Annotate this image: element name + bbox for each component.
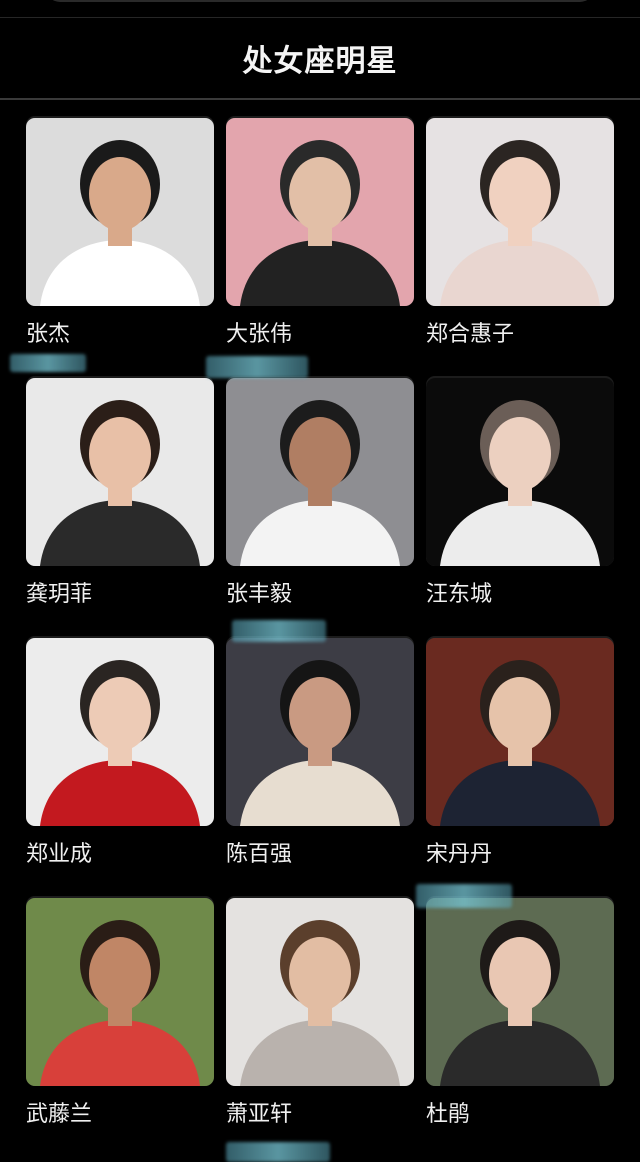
celebrity-name: 大张伟 bbox=[226, 322, 293, 347]
portrait-illustration bbox=[26, 898, 214, 1086]
celebrity-photo bbox=[426, 378, 614, 566]
celebrity-card[interactable]: 武藤兰 bbox=[26, 898, 214, 1127]
celebrity-name: 郑业成 bbox=[26, 842, 93, 867]
page-header: 处女座明星 bbox=[0, 18, 640, 98]
celebrity-photo bbox=[26, 378, 214, 566]
portrait-illustration bbox=[26, 118, 214, 306]
portrait-illustration bbox=[426, 378, 614, 566]
header-divider bbox=[0, 98, 640, 100]
celebrity-grid: 张杰 大张伟 郑合惠子 龚玥菲 张丰毅 汪东城 郑业成 陈百强 宋丹丹 武藤兰 … bbox=[26, 118, 616, 1127]
portrait-face bbox=[489, 157, 551, 231]
portrait-face bbox=[89, 677, 151, 751]
celebrity-name: 郑合惠子 bbox=[426, 322, 515, 347]
portrait-illustration bbox=[226, 898, 414, 1086]
portrait-face bbox=[489, 677, 551, 751]
celebrity-card[interactable]: 张丰毅 bbox=[226, 378, 414, 607]
portrait-illustration bbox=[26, 378, 214, 566]
portrait-face bbox=[89, 157, 151, 231]
celebrity-name: 萧亚轩 bbox=[226, 1102, 293, 1127]
portrait-face bbox=[489, 937, 551, 1011]
celebrity-photo bbox=[26, 898, 214, 1086]
portrait-face bbox=[89, 937, 151, 1011]
scribble-mark bbox=[232, 620, 326, 642]
portrait-illustration bbox=[26, 638, 214, 826]
celebrity-name: 张丰毅 bbox=[226, 582, 293, 607]
celebrity-photo bbox=[226, 378, 414, 566]
page-title: 处女座明星 bbox=[242, 44, 398, 79]
celebrity-name: 龚玥菲 bbox=[26, 582, 93, 607]
celebrity-card[interactable]: 郑合惠子 bbox=[426, 118, 614, 347]
scribble-mark bbox=[206, 356, 308, 378]
portrait-face bbox=[489, 417, 551, 491]
celebrity-photo bbox=[226, 638, 414, 826]
celebrity-name: 张杰 bbox=[26, 322, 71, 347]
celebrity-photo bbox=[226, 898, 414, 1086]
celebrity-name: 杜鹃 bbox=[426, 1102, 471, 1127]
portrait-face bbox=[289, 937, 351, 1011]
celebrity-card[interactable]: 龚玥菲 bbox=[26, 378, 214, 607]
celebrity-photo bbox=[426, 118, 614, 306]
portrait-illustration bbox=[226, 118, 414, 306]
scribble-mark bbox=[226, 1142, 330, 1162]
portrait-illustration bbox=[426, 118, 614, 306]
portrait-illustration bbox=[426, 898, 614, 1086]
celebrity-card[interactable]: 郑业成 bbox=[26, 638, 214, 867]
celebrity-name: 武藤兰 bbox=[26, 1102, 93, 1127]
celebrity-photo bbox=[426, 898, 614, 1086]
celebrity-card[interactable]: 张杰 bbox=[26, 118, 214, 347]
celebrity-photo bbox=[26, 118, 214, 306]
portrait-face bbox=[89, 417, 151, 491]
portrait-illustration bbox=[226, 638, 414, 826]
portrait-illustration bbox=[426, 638, 614, 826]
portrait-face bbox=[289, 157, 351, 231]
search-bar-edge bbox=[46, 0, 594, 2]
celebrity-photo bbox=[26, 638, 214, 826]
celebrity-name: 汪东城 bbox=[426, 582, 493, 607]
celebrity-card[interactable]: 大张伟 bbox=[226, 118, 414, 347]
celebrity-photo bbox=[426, 638, 614, 826]
scribble-mark bbox=[416, 884, 512, 908]
scribble-mark bbox=[10, 354, 86, 372]
celebrity-name: 宋丹丹 bbox=[426, 842, 493, 867]
portrait-face bbox=[289, 417, 351, 491]
celebrity-card[interactable]: 汪东城 bbox=[426, 378, 614, 607]
portrait-illustration bbox=[226, 378, 414, 566]
celebrity-card[interactable]: 宋丹丹 bbox=[426, 638, 614, 867]
celebrity-card[interactable]: 杜鹃 bbox=[426, 898, 614, 1127]
celebrity-photo bbox=[226, 118, 414, 306]
celebrity-card[interactable]: 陈百强 bbox=[226, 638, 414, 867]
portrait-face bbox=[289, 677, 351, 751]
celebrity-name: 陈百强 bbox=[226, 842, 293, 867]
celebrity-card[interactable]: 萧亚轩 bbox=[226, 898, 414, 1127]
